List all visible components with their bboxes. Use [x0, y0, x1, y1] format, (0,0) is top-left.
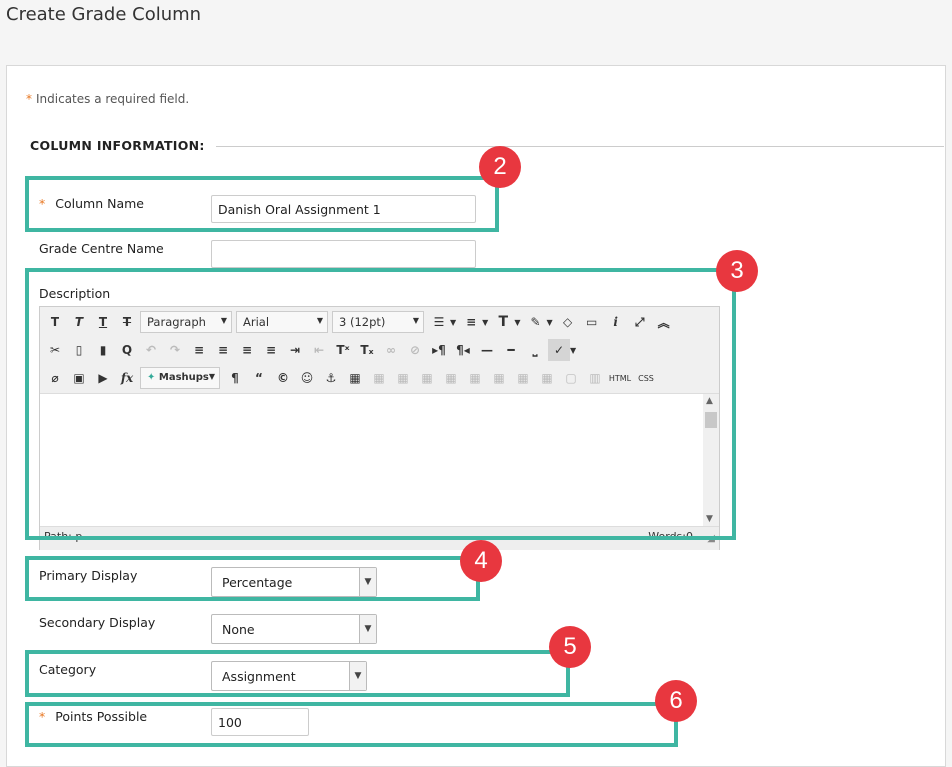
grade-centre-name-input[interactable]	[211, 240, 476, 268]
secondary-display-value: None	[222, 622, 255, 637]
annotation-badge-5: 5	[549, 626, 591, 668]
annotation-badge-6: 6	[655, 680, 697, 722]
annotation-box-primary-display	[25, 556, 480, 601]
required-note: * Indicates a required field.	[26, 92, 189, 106]
annotation-box-column-name	[25, 176, 499, 232]
annotation-badge-4: 4	[460, 540, 502, 582]
secondary-display-select[interactable]: None ▼	[211, 614, 377, 644]
page-title: Create Grade Column	[6, 4, 202, 25]
section-divider	[216, 146, 944, 147]
section-title: COLUMN INFORMATION:	[30, 138, 205, 153]
secondary-display-label: Secondary Display	[39, 615, 156, 630]
annotation-badge-3: 3	[716, 250, 758, 292]
annotation-box-description	[25, 268, 736, 540]
chevron-down-icon: ▼	[359, 615, 376, 643]
annotation-box-category	[25, 650, 570, 697]
annotation-badge-2: 2	[479, 146, 521, 188]
annotation-box-points-possible	[25, 702, 678, 747]
required-note-text: Indicates a required field.	[36, 92, 190, 106]
grade-centre-name-label: Grade Centre Name	[39, 241, 164, 256]
required-asterisk: *	[26, 92, 32, 106]
